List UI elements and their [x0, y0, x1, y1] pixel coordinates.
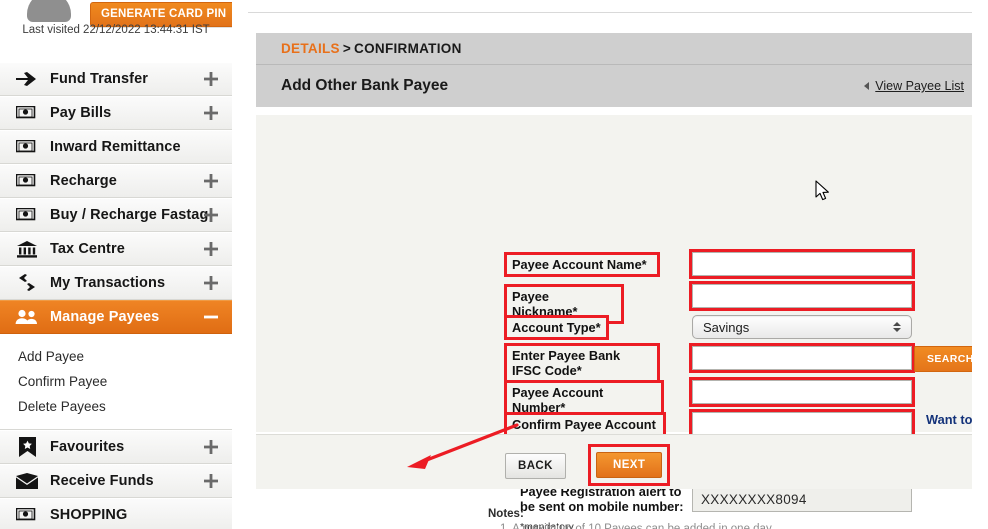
- sidebar-item-my-transactions[interactable]: My Transactions: [0, 266, 232, 300]
- panel-header: DETAILS > CONFIRMATION Add Other Bank Pa…: [256, 33, 988, 107]
- sidebar-item-label: Recharge: [50, 173, 117, 189]
- envelope-icon: [14, 471, 40, 491]
- view-payee-list-label: View Payee List: [875, 79, 964, 93]
- plus-icon[interactable]: [204, 474, 218, 488]
- sidebar-item-inward-remittance[interactable]: Inward Remittance: [0, 130, 232, 164]
- view-payee-list-link[interactable]: View Payee List: [864, 79, 964, 93]
- plus-icon[interactable]: [204, 242, 218, 256]
- bookmark-star-icon: [14, 437, 40, 457]
- sidebar-item-label: Buy / Recharge Fastag: [50, 207, 209, 223]
- form-actions: BACK NEXT: [256, 434, 988, 489]
- banknote-icon: [14, 103, 40, 123]
- payee-form: Payee Account Name* Payee Nickname* Acco…: [256, 115, 988, 529]
- manage-payees-submenu: Add Payee Confirm Payee Delete Payees: [0, 334, 232, 430]
- sidebar-item-fund-transfer[interactable]: Fund Transfer: [0, 62, 232, 96]
- banknote-icon: [14, 137, 40, 157]
- plus-icon[interactable]: [204, 440, 218, 454]
- sidebar-item-label: Favourites: [50, 439, 125, 455]
- payee-bank-ifsc-input[interactable]: [689, 343, 915, 373]
- notes-title: Notes:: [488, 508, 524, 520]
- account-type-select[interactable]: Savings: [692, 315, 912, 339]
- left-sidebar: GENERATE CARD PIN Last visited 22/12/202…: [0, 0, 232, 529]
- plus-icon[interactable]: [204, 72, 218, 86]
- sidebar-item-label: SHOPPING: [50, 507, 128, 523]
- breadcrumb-details[interactable]: DETAILS: [281, 41, 340, 56]
- plus-icon[interactable]: [204, 276, 218, 290]
- chevron-updown-icon: [893, 322, 901, 332]
- avatar: [26, 0, 72, 22]
- right-margin: [972, 0, 988, 529]
- banknote-icon: [14, 505, 40, 525]
- sidebar-item-label: Tax Centre: [50, 241, 125, 257]
- panel-title-row: Add Other Bank Payee View Payee List: [256, 65, 988, 107]
- submenu-item-delete-payees[interactable]: Delete Payees: [18, 394, 232, 419]
- next-button-highlight: NEXT: [588, 444, 671, 486]
- sidebar-item-shopping[interactable]: SHOPPING: [0, 498, 232, 529]
- payee-bank-ifsc-label: Enter Payee Bank IFSC Code*: [504, 343, 660, 383]
- sidebar-item-label: Receive Funds: [50, 473, 154, 489]
- transfer-icon: [14, 273, 40, 293]
- sidebar-item-label: Pay Bills: [50, 105, 112, 121]
- triangle-left-icon: [864, 82, 870, 90]
- plus-icon[interactable]: [204, 208, 218, 222]
- arrow-right-icon: [14, 69, 40, 89]
- last-visited-text: Last visited 22/12/2022 13:44:31 IST: [22, 24, 210, 36]
- sidebar-item-manage-payees[interactable]: Manage Payees: [0, 300, 232, 334]
- sidebar-item-tax-centre[interactable]: Tax Centre: [0, 232, 232, 266]
- breadcrumb-separator: >: [342, 41, 352, 56]
- sidebar-item-label: Inward Remittance: [50, 139, 181, 155]
- payee-nickname-input[interactable]: [689, 281, 915, 311]
- minus-icon[interactable]: [204, 310, 218, 324]
- account-type-label: Account Type*: [504, 315, 609, 340]
- notes-block: Notes: 1. A maximum of 10 Payees can be …: [488, 508, 988, 529]
- sidebar-nav: Fund Transfer Pay Bills Inward Remittanc…: [0, 62, 232, 529]
- sidebar-item-favourites[interactable]: Favourites: [0, 430, 232, 464]
- profile-block: GENERATE CARD PIN Last visited 22/12/202…: [0, 0, 232, 36]
- sidebar-item-pay-bills[interactable]: Pay Bills: [0, 96, 232, 130]
- sidebar-item-recharge[interactable]: Recharge: [0, 164, 232, 198]
- back-button[interactable]: BACK: [505, 453, 566, 479]
- breadcrumb: DETAILS > CONFIRMATION: [256, 33, 988, 65]
- main-content: DETAILS > CONFIRMATION Add Other Bank Pa…: [240, 0, 988, 529]
- breadcrumb-confirmation: CONFIRMATION: [354, 41, 462, 56]
- browser-page: GENERATE CARD PIN Last visited 22/12/202…: [0, 0, 988, 529]
- account-type-selected-value: Savings: [703, 319, 750, 335]
- banknote-icon: [14, 205, 40, 225]
- next-button[interactable]: NEXT: [596, 452, 663, 478]
- top-divider: [248, 12, 978, 13]
- sidebar-item-label: My Transactions: [50, 275, 166, 291]
- payee-account-number-input[interactable]: [689, 377, 915, 407]
- page-title: Add Other Bank Payee: [281, 77, 449, 94]
- submenu-item-add-payee[interactable]: Add Payee: [18, 344, 232, 369]
- sidebar-item-label: Fund Transfer: [50, 71, 148, 87]
- sidebar-item-receive-funds[interactable]: Receive Funds: [0, 464, 232, 498]
- plus-icon[interactable]: [204, 106, 218, 120]
- bank-icon: [14, 239, 40, 259]
- sidebar-item-buy-recharge-fastag[interactable]: Buy / Recharge Fastag: [0, 198, 232, 232]
- banknote-icon: [14, 171, 40, 191]
- payee-account-name-input[interactable]: [689, 249, 915, 279]
- confirm-payee-account-number-input[interactable]: [689, 409, 915, 439]
- plus-icon[interactable]: [204, 174, 218, 188]
- people-icon: [14, 307, 40, 327]
- submenu-item-confirm-payee[interactable]: Confirm Payee: [18, 369, 232, 394]
- payee-account-name-label: Payee Account Name*: [504, 252, 660, 277]
- sidebar-item-label: Manage Payees: [50, 309, 160, 325]
- notes-line-1: 1. A maximum of 10 Payees can be added i…: [500, 523, 775, 529]
